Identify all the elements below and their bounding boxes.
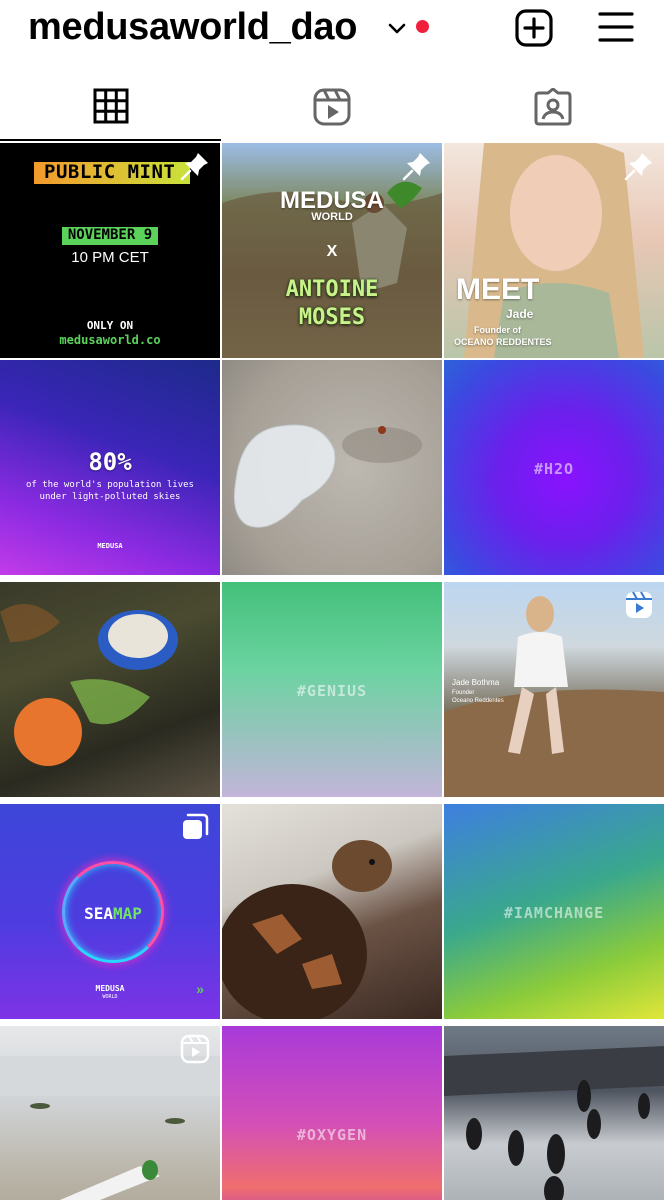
post-plastic-bag[interactable] xyxy=(222,360,442,575)
medusa-logo: MEDUSA xyxy=(95,984,125,993)
post-light-pollution[interactable]: 80% of the world's population lives unde… xyxy=(0,360,220,575)
reels-icon xyxy=(626,591,652,618)
name-line-2: MOSES xyxy=(298,305,366,330)
post-time: 10 PM CET xyxy=(71,249,149,266)
tab-reels[interactable] xyxy=(221,80,442,142)
post-genius[interactable]: #GENIUS xyxy=(222,582,442,797)
carousel-icon xyxy=(183,813,209,839)
photo-penguins xyxy=(444,1046,664,1200)
founder-of-label: Founder of xyxy=(474,325,521,335)
tab-grid[interactable] xyxy=(0,80,221,142)
chevron-down-icon[interactable] xyxy=(386,18,408,38)
notification-dot xyxy=(416,20,429,33)
next-arrows: » xyxy=(196,981,204,997)
post-h2o[interactable]: #H2O xyxy=(444,360,664,575)
selected-tab-indicator xyxy=(0,139,221,141)
hashtag-label: #H2O xyxy=(533,460,575,478)
stat-line-1: of the world's population lives xyxy=(26,480,194,490)
x-label: X xyxy=(326,243,338,260)
post-meet-jade[interactable]: MEET Jade Founder of OCEANO REDDENTES xyxy=(444,143,664,358)
name-line-1: ANTOINE xyxy=(285,277,379,302)
new-post-icon[interactable] xyxy=(514,8,554,48)
photo-beach-waste xyxy=(0,604,178,766)
banner-text: PUBLIC MINT xyxy=(44,161,176,183)
post-date: NOVEMBER 9 xyxy=(67,227,153,243)
grid-icon xyxy=(93,88,128,124)
post-antoine-moses[interactable]: MEDUSA WORLD X ANTOINE MOSES xyxy=(222,143,442,358)
medusa-logo: MEDUSA xyxy=(97,542,123,550)
site-label: medusaworld.co xyxy=(59,333,161,347)
photo-sea-turtle xyxy=(222,840,392,1019)
org-name: OCEANO REDDENTES xyxy=(454,337,552,347)
stat-line-2: under light-polluted skies xyxy=(39,492,181,502)
stat-value: 80% xyxy=(88,448,132,476)
tab-tagged[interactable] xyxy=(442,80,663,142)
seamap-title: SEAMAP xyxy=(84,904,142,923)
pin-icon xyxy=(402,153,430,181)
meet-title: MEET xyxy=(456,273,540,306)
reels-icon xyxy=(180,1034,210,1064)
hashtag-label: #OXYGEN xyxy=(296,1126,368,1144)
photo-plastic-bag xyxy=(233,424,422,528)
post-beach-waste[interactable] xyxy=(0,582,220,797)
only-on-label: ONLY ON xyxy=(86,319,134,332)
reels-icon xyxy=(313,88,350,126)
medusa-logo-sub: WORLD xyxy=(102,994,118,1000)
post-iamchange[interactable]: #IAMCHANGE xyxy=(444,804,664,1019)
menu-icon[interactable] xyxy=(598,10,634,44)
brand-subtitle: WORLD xyxy=(311,211,353,223)
hashtag-label: #IAMCHANGE xyxy=(503,904,605,922)
hashtag-label: #GENIUS xyxy=(296,682,368,700)
profile-tabs xyxy=(0,80,664,142)
post-sea-turtle[interactable] xyxy=(222,804,442,1019)
pin-icon xyxy=(180,153,208,181)
pin-icon xyxy=(624,153,652,181)
posts-grid: PUBLIC MINT NOVEMBER 9 10 PM CET ONLY ON… xyxy=(0,143,664,1200)
profile-header: medusaworld_dao xyxy=(0,0,664,64)
post-seamap[interactable]: SEAMAP MEDUSA WORLD » xyxy=(0,804,220,1019)
post-penguins[interactable] xyxy=(444,1026,664,1200)
post-beach-bottle[interactable] xyxy=(0,1026,220,1200)
jade-name: Jade xyxy=(506,307,534,321)
post-jade-bothma[interactable]: Jade Bothma Founder Oceano Reddentes xyxy=(444,582,664,797)
post-public-mint[interactable]: PUBLIC MINT NOVEMBER 9 10 PM CET ONLY ON… xyxy=(0,143,220,358)
post-oxygen[interactable]: #OXYGEN xyxy=(222,1026,442,1200)
person-name: Jade Bothma xyxy=(452,678,500,687)
person-role: Founder xyxy=(452,690,475,696)
tagged-icon xyxy=(534,88,571,126)
profile-username[interactable]: medusaworld_dao xyxy=(28,6,357,49)
person-org: Oceano Reddentes xyxy=(452,698,504,704)
